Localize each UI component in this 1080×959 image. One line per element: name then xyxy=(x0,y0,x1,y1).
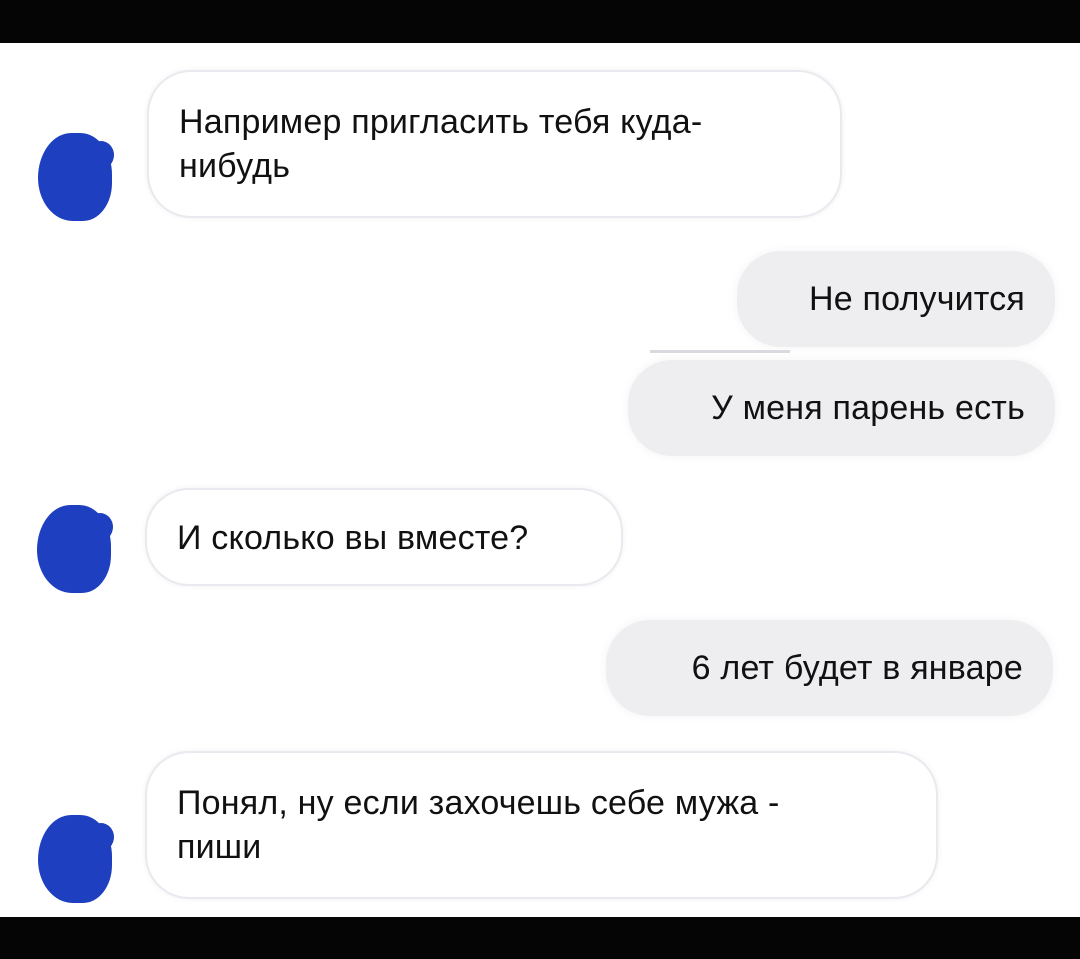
top-black-band xyxy=(0,0,1080,43)
avatar xyxy=(37,505,113,593)
chat-thread[interactable]: Например пригласить тебя куда- нибудь Не… xyxy=(0,43,1080,917)
message-bubble[interactable]: 6 лет будет в январе xyxy=(606,620,1053,716)
message-bubble[interactable]: У меня парень есть xyxy=(628,360,1055,456)
bottom-black-band xyxy=(0,917,1080,959)
message-bubble[interactable]: Понял, ну если захочешь себе мужа - пиши xyxy=(145,751,938,899)
message-bubble[interactable]: Например пригласить тебя куда- нибудь xyxy=(147,70,842,218)
avatar xyxy=(38,815,114,903)
avatar xyxy=(38,133,114,221)
message-bubble[interactable]: Не получится xyxy=(737,251,1055,347)
message-bubble[interactable]: И сколько вы вместе? xyxy=(145,488,623,586)
